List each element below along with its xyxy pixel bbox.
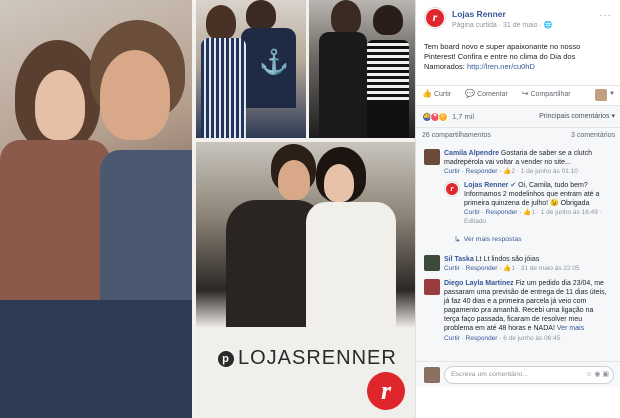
pinterest-icon: p <box>218 350 234 367</box>
renner-logo: r <box>367 372 405 410</box>
comments-count: 3 comentários <box>571 131 615 139</box>
figure-head <box>246 0 276 30</box>
post-link[interactable]: http://lren.ner/cu0hD <box>467 62 535 71</box>
like-label: Curtir <box>433 90 452 98</box>
figure-man-face <box>100 50 170 140</box>
facebook-post-sidebar: r Lojas Renner Página curtida · 31 de ma… <box>415 0 620 418</box>
comment-time: · 31 de maio às 22:05 <box>514 265 580 273</box>
renner-logo-icon: r <box>426 9 444 27</box>
haha-reaction-icon[interactable]: ☺ <box>438 111 448 122</box>
figure-striped-dress <box>201 38 246 138</box>
shares-count[interactable]: 26 compartilhamentos <box>422 131 491 140</box>
reply-actions[interactable]: Curtir · Responder · <box>464 209 523 216</box>
comment-sort-dropdown[interactable]: Principais comentários ▾ <box>539 112 615 121</box>
comment-meta: Curtir · Responder · 6 de junho às 06:45 <box>444 335 609 343</box>
figure-face <box>324 164 354 202</box>
figure-woman-dress <box>0 140 110 320</box>
commenter-avatar[interactable] <box>424 255 440 271</box>
figure-head <box>331 0 361 35</box>
comment-input-icons[interactable]: ☺ ◉ ▣ <box>585 370 609 379</box>
figure-white-blouse <box>306 202 396 327</box>
photo-couple-large <box>0 0 192 418</box>
comments-list: Camila Alpendre Gostaria de saber se a c… <box>416 143 620 361</box>
post-text: Tem board novo e super apaixonante no no… <box>424 42 612 71</box>
figure-head <box>373 5 403 35</box>
figure-woman-face <box>35 70 85 140</box>
figure-anchor-sweater: ⚓ <box>241 28 296 108</box>
caret-down-icon[interactable]: ▼ <box>609 91 615 99</box>
comment-actions[interactable]: Curtir · Responder · <box>444 335 503 342</box>
reply-body: Lojas Renner ✔ Oi, Camila, tudo bem? Inf… <box>464 181 612 226</box>
share-label: Compartilhar <box>530 90 571 98</box>
figure-head <box>206 5 236 40</box>
verified-badge-icon: ✔ <box>508 182 517 189</box>
reply-meta: Curtir · Responder · 👍1 · 1 de junho às … <box>464 209 612 226</box>
reply-author-name[interactable]: Lojas Renner <box>464 182 508 189</box>
photo-couple-stripes <box>309 0 415 138</box>
comment-body: Camila Alpendre Gostaria de saber se a c… <box>444 149 609 177</box>
figure-black-jacket <box>319 32 367 138</box>
reply-sign: Obrigada <box>558 200 590 208</box>
post-actions-bar: 👍 Curtir 💬 Comentar ↪ Compartilhar ▼ <box>416 85 620 103</box>
shares-bar: 26 compartilhamentos 3 comentários <box>416 127 620 143</box>
brand-logo-text: LOJASRENNER <box>238 347 397 369</box>
page-name-link[interactable]: Lojas Renner <box>452 9 506 20</box>
thumbs-up-icon: 👍 <box>422 89 432 99</box>
comment-body: Sil Taska Lt Lt lindos são jóias Curtir … <box>444 255 609 274</box>
comment-body: Diego Layla Martinez Fiz um pedido dia 2… <box>444 279 609 343</box>
figure-striped-top <box>367 40 409 100</box>
like-button[interactable]: 👍 Curtir <box>422 89 451 99</box>
globe-icon: 🌐 <box>543 22 553 29</box>
figure-face <box>278 160 310 200</box>
view-more-replies-link[interactable]: ↳ Ver mais respostas <box>454 235 522 245</box>
renner-logo-icon: r <box>446 183 458 195</box>
comment-button[interactable]: 💬 Comentar <box>465 89 508 99</box>
actor-avatar-selector[interactable] <box>595 88 608 101</box>
sidebar-bottom-space <box>416 387 620 418</box>
comment-label: Comentar <box>477 90 508 98</box>
see-more-link[interactable]: Ver mais <box>557 325 584 332</box>
commenter-avatar[interactable] <box>424 279 440 295</box>
comment-time: · 1 de junho às 01:10 <box>514 168 578 176</box>
reaction-count[interactable]: 1,7 mil <box>452 112 474 122</box>
comment-actions[interactable]: Curtir · Responder · <box>444 265 503 272</box>
post-image[interactable]: ⚓ p LOJASRENNER r <box>0 0 415 418</box>
more-options-icon[interactable]: ··· <box>599 9 612 22</box>
post-meta-text: Página curtida · 31 de maio · <box>452 22 544 29</box>
wink-emoji: 😉 <box>550 200 559 208</box>
write-comment-bar: Escreva um comentário... ☺ ◉ ▣ <box>416 361 620 387</box>
reply-arrow-icon: ↳ <box>454 235 461 244</box>
brand-strip: p LOJASRENNER r <box>196 327 415 418</box>
photo-couple-anchor: ⚓ <box>196 0 306 138</box>
comment-actions[interactable]: Curtir · Responder · <box>444 168 503 175</box>
photo-couple-leather <box>196 142 415 327</box>
comment-meta: Curtir · Responder · 👍2 · 1 de junho às … <box>444 168 609 176</box>
figure-black-pants <box>367 100 409 138</box>
anchor-icon: ⚓ <box>259 49 289 76</box>
share-button[interactable]: ↪ Compartilhar <box>522 89 571 99</box>
reactions-bar: 👍 ♥ ☺ 1,7 mil Principais comentários ▾ <box>416 105 620 127</box>
post-header: r Lojas Renner Página curtida · 31 de ma… <box>424 7 614 37</box>
comment-text: Lt Lt lindos são jóias <box>473 256 540 263</box>
comment-input-placeholder: Escreva um comentário... <box>451 370 529 378</box>
figure-jeans <box>0 300 192 418</box>
page-reply-avatar[interactable]: r <box>444 181 460 197</box>
commenter-name[interactable]: Camila Alpendre <box>444 150 499 157</box>
current-user-avatar <box>424 367 440 383</box>
commenter-name[interactable]: Diego Layla Martinez <box>444 280 514 287</box>
view-more-replies-label: Ver mais respostas <box>463 235 522 243</box>
comment-meta: Curtir · Responder · 👍1 · 31 de maio às … <box>444 265 609 273</box>
comment-input[interactable]: Escreva um comentário... ☺ ◉ ▣ <box>444 366 614 384</box>
post-meta: Página curtida · 31 de maio · 🌐 <box>452 21 553 30</box>
page-avatar[interactable]: r <box>424 7 446 29</box>
comment-time: 6 de junho às 06:45 <box>503 334 561 342</box>
share-icon: ↪ <box>521 89 529 99</box>
comment-icon: 💬 <box>465 89 476 99</box>
commenter-avatar[interactable] <box>424 149 440 165</box>
pinterest-brand-logo: p LOJASRENNER <box>218 347 397 370</box>
commenter-name[interactable]: Sil Taska <box>444 256 474 263</box>
